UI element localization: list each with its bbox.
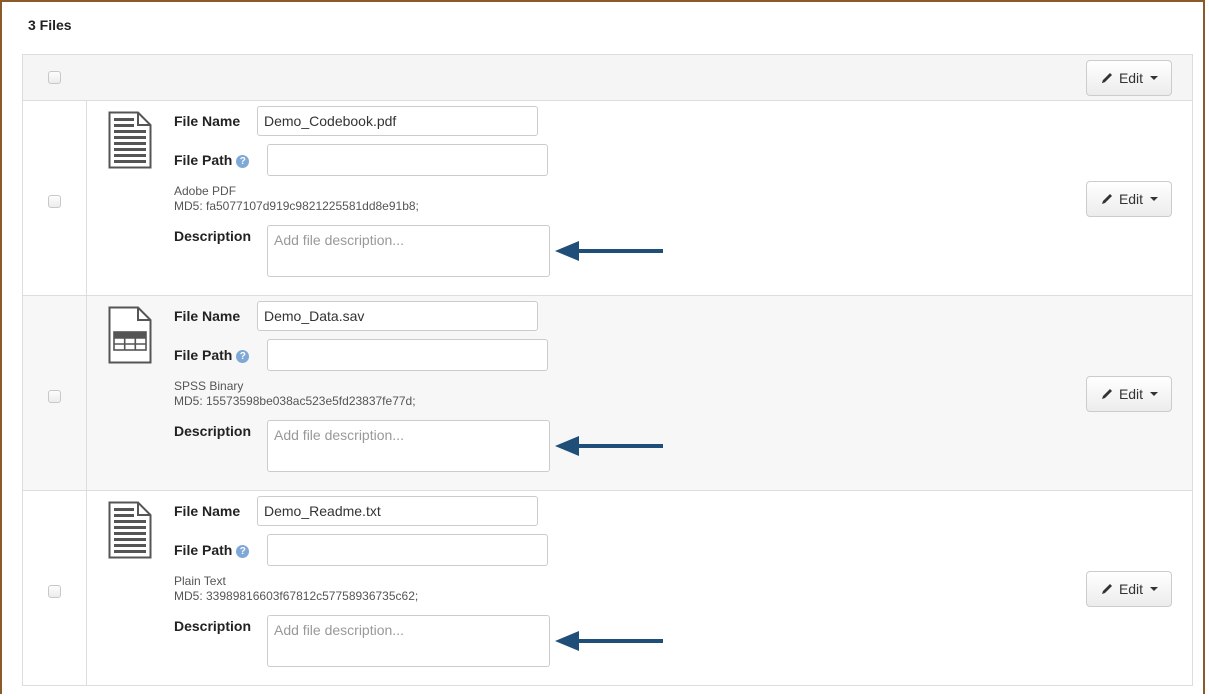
- caret-down-icon: [1150, 392, 1159, 396]
- file-type: Plain Text: [174, 574, 226, 588]
- file-select-checkbox[interactable]: [48, 390, 61, 403]
- row-divider: [86, 491, 87, 686]
- file-name-label: File Name: [174, 503, 241, 519]
- spreadsheet-icon: [108, 306, 152, 364]
- file-name-label: File Name: [174, 308, 241, 324]
- file-metadata: Plain Text MD5: 33989816603f67812c577589…: [174, 574, 418, 604]
- caret-down-icon: [1150, 76, 1159, 80]
- help-icon[interactable]: ?: [236, 155, 250, 168]
- file-select-checkbox[interactable]: [48, 195, 61, 208]
- file-type: Adobe PDF: [174, 184, 237, 198]
- file-name-input[interactable]: [257, 496, 538, 526]
- help-icon[interactable]: ?: [236, 545, 250, 558]
- file-name-label: File Name: [174, 113, 241, 129]
- file-edit-button[interactable]: Edit: [1086, 571, 1172, 607]
- file-type: SPSS Binary: [174, 379, 244, 393]
- file-metadata: Adobe PDF MD5: fa5077107d919c9821225581d…: [174, 184, 419, 214]
- file-row: File Name File Path? Adobe PDF MD5: fa50…: [23, 101, 1192, 296]
- pencil-icon: [1100, 71, 1114, 85]
- edit-button-label: Edit: [1118, 386, 1144, 402]
- description-label: Description: [174, 228, 252, 244]
- description-textarea[interactable]: [267, 615, 550, 667]
- select-all-checkbox[interactable]: [48, 71, 61, 84]
- file-metadata: SPSS Binary MD5: 15573598be038ac523e5fd2…: [174, 379, 416, 409]
- description-label: Description: [174, 423, 252, 439]
- file-path-label-text: File Path: [174, 152, 233, 168]
- file-path-label: File Path?: [174, 542, 250, 558]
- file-select-checkbox[interactable]: [48, 585, 61, 598]
- pencil-icon: [1100, 387, 1114, 401]
- edit-button-label: Edit: [1118, 191, 1144, 207]
- file-md5: MD5: 15573598be038ac523e5fd23837fe77d;: [174, 394, 416, 408]
- caret-down-icon: [1150, 197, 1159, 201]
- table-header-row: Edit: [23, 55, 1192, 101]
- file-path-label: File Path?: [174, 347, 250, 363]
- edit-button-label: Edit: [1118, 581, 1144, 597]
- files-count-title: 3 Files: [28, 17, 72, 33]
- file-path-label-text: File Path: [174, 542, 233, 558]
- file-row: File Name File Path? Plain Text MD5: 339…: [23, 491, 1192, 686]
- document-icon: [108, 501, 152, 559]
- file-edit-button[interactable]: Edit: [1086, 181, 1172, 217]
- file-edit-button[interactable]: Edit: [1086, 376, 1172, 412]
- file-path-input[interactable]: [267, 339, 548, 371]
- caret-down-icon: [1150, 587, 1159, 591]
- row-divider: [86, 101, 87, 295]
- description-textarea[interactable]: [267, 420, 550, 472]
- help-icon[interactable]: ?: [236, 350, 250, 363]
- file-path-input[interactable]: [267, 144, 548, 176]
- description-label: Description: [174, 618, 252, 634]
- file-name-input[interactable]: [257, 106, 538, 136]
- file-row: File Name File Path? SPSS Binary MD5: 15…: [23, 296, 1192, 491]
- file-name-input[interactable]: [257, 301, 538, 331]
- arrow-left-icon: [555, 631, 663, 651]
- file-path-input[interactable]: [267, 534, 548, 566]
- pencil-icon: [1100, 582, 1114, 596]
- arrow-left-icon: [555, 436, 663, 456]
- description-textarea[interactable]: [267, 225, 550, 277]
- row-divider: [86, 296, 87, 490]
- files-table: Edit File Name File Path? Adobe PDF MD5:…: [22, 54, 1193, 686]
- pencil-icon: [1100, 192, 1114, 206]
- bulk-edit-button[interactable]: Edit: [1086, 60, 1172, 96]
- edit-button-label: Edit: [1118, 70, 1144, 86]
- document-icon: [108, 111, 152, 169]
- file-path-label-text: File Path: [174, 347, 233, 363]
- arrow-left-icon: [555, 241, 663, 261]
- file-md5: MD5: 33989816603f67812c57758936735c62;: [174, 589, 419, 603]
- file-path-label: File Path?: [174, 152, 250, 168]
- file-md5: MD5: fa5077107d919c9821225581dd8e91b8;: [174, 199, 419, 213]
